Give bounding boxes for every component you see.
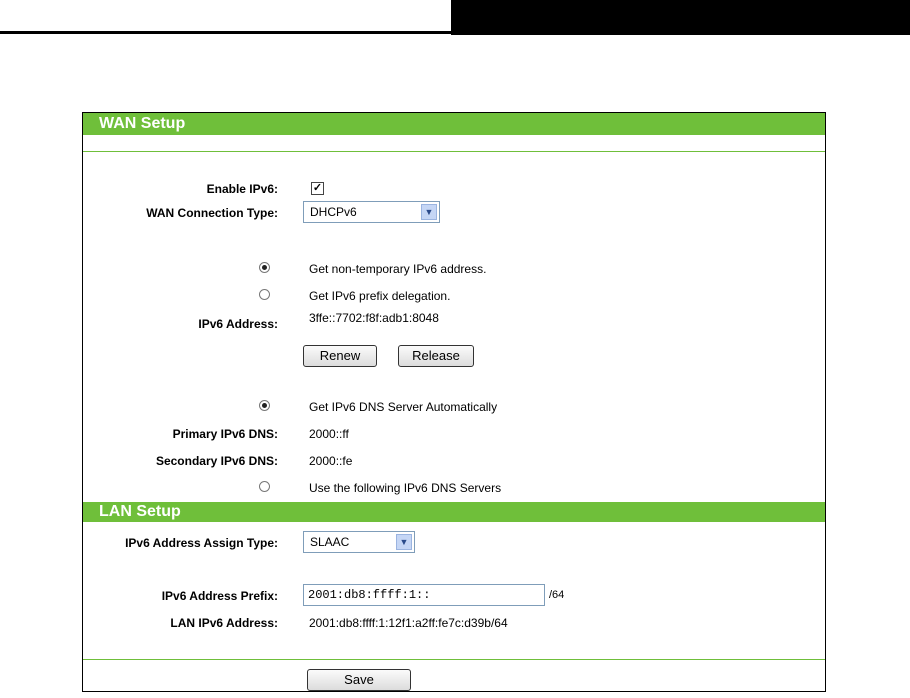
ipv6-address-value: 3ffe::7702:f8f:adb1:8048 (309, 311, 439, 325)
assign-type-value: SLAAC (310, 535, 350, 549)
primary-dns-label: Primary IPv6 DNS: (172, 427, 278, 441)
prefix-delegation-row: Get IPv6 prefix delegation. (83, 286, 825, 306)
prefix-input-value: 2001:db8:ffff:1:: (308, 588, 431, 602)
nontemp-label: Get non-temporary IPv6 address. (309, 262, 487, 276)
enable-ipv6-label: Enable IPv6: (206, 182, 278, 196)
renew-button[interactable]: Renew (303, 345, 377, 367)
lan-setup-header: LAN Setup (83, 502, 825, 522)
prefix-row: IPv6 Address Prefix: 2001:db8:ffff:1:: /… (83, 584, 825, 606)
wan-connection-type-row: WAN Connection Type: DHCPv6 ▼ (83, 201, 825, 223)
wan-setup-title: WAN Setup (99, 115, 186, 132)
chevron-down-icon: ▼ (396, 534, 412, 550)
primary-dns-row: Primary IPv6 DNS: 2000::ff (83, 424, 825, 444)
wan-connection-type-select[interactable]: DHCPv6 ▼ (303, 201, 440, 223)
ipv6-address-row: IPv6 Address: 3ffe::7702:f8f:adb1:8048 (83, 311, 825, 331)
assign-type-label: IPv6 Address Assign Type: (125, 536, 278, 550)
dns-manual-label: Use the following IPv6 DNS Servers (309, 481, 502, 495)
prefix-delegation-radio[interactable] (259, 289, 270, 300)
lan-address-value: 2001:db8:ffff:1:12f1:a2ff:fe7c:d39b/64 (309, 616, 508, 630)
settings-panel: WAN Setup Enable IPv6: ✓ WAN Connection … (82, 112, 826, 692)
wan-divider (83, 151, 825, 152)
enable-ipv6-checkbox[interactable]: ✓ (311, 182, 324, 195)
lan-setup-title: LAN Setup (99, 503, 181, 520)
enable-ipv6-row: Enable IPv6: ✓ (83, 179, 825, 199)
lan-address-label: LAN IPv6 Address: (170, 616, 278, 630)
chevron-down-icon: ▼ (421, 204, 437, 220)
lan-divider (83, 659, 825, 660)
assign-type-row: IPv6 Address Assign Type: SLAAC ▼ (83, 531, 825, 553)
prefix-suffix: /64 (549, 589, 565, 601)
primary-dns-value: 2000::ff (309, 427, 349, 441)
dns-auto-label: Get IPv6 DNS Server Automatically (309, 400, 498, 414)
wan-connection-type-label: WAN Connection Type: (146, 206, 278, 220)
wan-setup-header: WAN Setup (83, 113, 825, 135)
nontemp-row: Get non-temporary IPv6 address. (83, 259, 825, 279)
ipv6-address-label: IPv6 Address: (198, 317, 278, 331)
lan-address-row: LAN IPv6 Address: 2001:db8:ffff:1:12f1:a… (83, 613, 825, 633)
prefix-input[interactable]: 2001:db8:ffff:1:: (303, 584, 545, 606)
header-black-band (451, 0, 910, 35)
secondary-dns-row: Secondary IPv6 DNS: 2000::fe (83, 451, 825, 471)
dns-manual-row: Use the following IPv6 DNS Servers (83, 478, 825, 498)
secondary-dns-value: 2000::fe (309, 454, 353, 468)
assign-type-select[interactable]: SLAAC ▼ (303, 531, 415, 553)
header-rule (0, 31, 451, 34)
nontemp-radio[interactable] (259, 262, 270, 273)
wan-connection-type-value: DHCPv6 (310, 205, 357, 219)
release-button[interactable]: Release (398, 345, 474, 367)
save-button[interactable]: Save (307, 669, 411, 691)
dns-auto-row: Get IPv6 DNS Server Automatically (83, 397, 825, 417)
prefix-label: IPv6 Address Prefix: (161, 589, 278, 603)
check-icon: ✓ (312, 182, 323, 194)
dns-auto-radio[interactable] (259, 400, 270, 411)
dns-manual-radio[interactable] (259, 481, 270, 492)
prefix-delegation-label: Get IPv6 prefix delegation. (309, 289, 451, 303)
secondary-dns-label: Secondary IPv6 DNS: (155, 454, 278, 468)
